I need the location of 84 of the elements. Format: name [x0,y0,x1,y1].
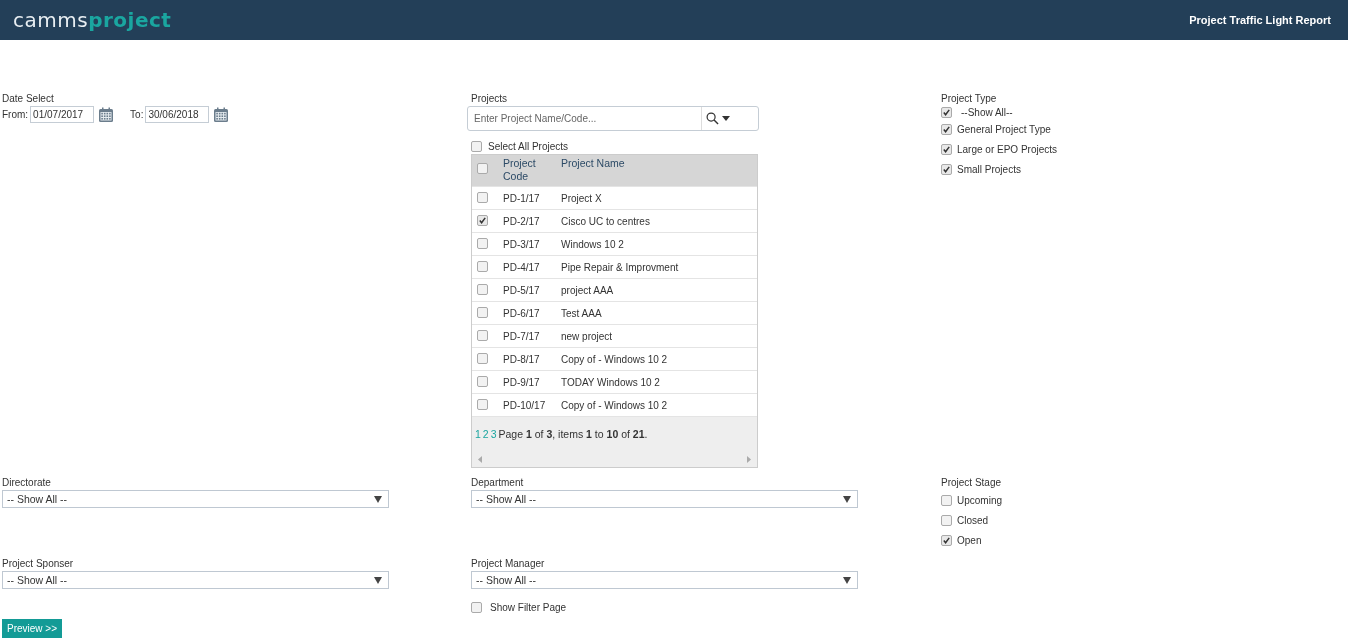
table-cell-text: TODAY Windows 10 2 [561,376,661,388]
table-cell-text: PD-7/17 [503,329,541,343]
dropdown[interactable]: -- Show All -- [471,571,858,589]
checkbox-label: --Show All-- [961,107,1013,118]
table-cell-text: PD-2/17 [503,214,541,228]
search-bar[interactable]: Enter Project Name/Code... [467,106,759,131]
table-cell-text: PD-4/17 [503,260,541,274]
checkbox[interactable] [477,329,488,341]
pager-text: Page 1 of 3, items 1 to 10 of 21. [498,428,648,440]
table-cell-text: Copy of - Windows 10 2 [561,399,669,411]
field-label: Projects [471,93,508,105]
checkbox[interactable] [941,494,952,506]
field-label: From: [2,109,29,120]
table-cell-text: Project X [561,192,603,204]
checkbox[interactable] [941,514,952,526]
checkbox-label: Closed [957,514,989,526]
caret-icon[interactable] [722,116,730,121]
table-cell-text: Windows 10 2 [561,238,625,250]
caret-icon [374,576,382,584]
checkbox-label: Upcoming [957,494,1003,506]
field-label: To: [130,109,144,120]
column-header[interactable]: Project Code [503,157,561,183]
table-cell-text: PD-10/17 [503,398,547,412]
dropdown[interactable]: -- Show All -- [2,571,389,589]
caret-icon [843,576,851,584]
table-cell-text: PD-1/17 [503,191,541,205]
checkbox[interactable] [941,123,952,135]
field-label: Directorate [2,477,52,489]
checkbox[interactable] [477,375,488,387]
table-cell-text: PD-6/17 [503,306,541,320]
date-field[interactable]: 30/06/2018 [145,106,210,123]
field-label: Project Manager [471,558,546,570]
field-label: Date Select [2,93,54,105]
table-cell-text: Test AAA [561,307,603,319]
checkbox[interactable] [477,283,488,295]
checkbox[interactable] [477,306,488,318]
table-cell-text: PD-9/17 [503,375,541,389]
checkbox[interactable] [941,143,952,155]
table-cell-text: Cisco UC to centres [561,215,651,227]
table-cell-text: new project [561,330,614,342]
checkbox[interactable] [477,352,488,364]
table-cell-text: PD-5/17 [503,283,541,297]
caret-icon [843,495,851,503]
table-cell-text: project AAA [561,284,615,296]
table-cell-text: PD-3/17 [503,237,541,251]
checkbox[interactable] [941,163,952,175]
table-cell-text: Pipe Repair & Improvment [561,261,680,273]
calendar-icon[interactable] [213,106,230,123]
date-field[interactable]: 01/07/2017 [30,106,95,123]
checkbox[interactable] [941,107,952,118]
checkbox-label: General Project Type [957,123,1051,135]
field-label: Department [471,477,525,489]
checkbox[interactable] [471,602,482,613]
checkbox-label: Large or EPO Projects [957,143,1058,155]
table-cell-text: PD-8/17 [503,352,541,366]
table-cell-text: Copy of - Windows 10 2 [561,353,669,365]
checkbox[interactable] [941,534,952,546]
field-label: Project Sponser [2,558,75,570]
column-header[interactable]: Project Name [561,157,757,169]
checkbox-label: Show Filter Page [490,602,567,613]
checkbox[interactable] [477,237,488,249]
page-title: Project Traffic Light Report [1189,14,1331,26]
checkbox[interactable] [477,215,488,226]
checkbox[interactable] [471,141,482,152]
dropdown[interactable]: -- Show All -- [471,490,858,508]
checkbox[interactable] [477,260,488,272]
caret-icon [374,495,382,503]
scroll-left-icon[interactable] [478,455,482,463]
field-label: Project Type [941,93,997,105]
calendar-icon[interactable] [98,106,115,123]
search-field[interactable]: Enter Project Name/Code... [468,107,701,130]
checkbox-label: Open [957,534,982,546]
checkbox[interactable] [477,191,488,203]
checkbox-label: Select All Projects [488,141,569,152]
logo-text: project [88,8,172,32]
checkbox[interactable] [477,163,488,174]
checkbox[interactable] [477,398,488,410]
search-icon[interactable] [706,112,719,125]
logo-text: camms [13,8,89,32]
checkbox-label: Small Projects [957,163,1021,175]
dropdown[interactable]: -- Show All -- [2,490,389,508]
field-label: Project Stage [941,477,1002,489]
horizontal-scrollbar[interactable] [472,451,757,467]
scroll-right-icon[interactable] [747,455,751,463]
